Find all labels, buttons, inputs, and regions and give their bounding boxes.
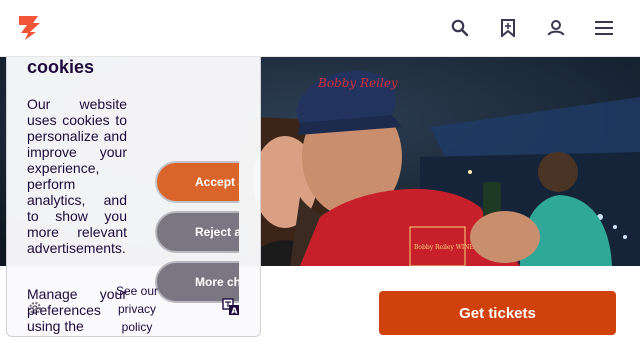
site-header xyxy=(0,0,640,57)
accept-all-button[interactable]: Accept a xyxy=(155,161,239,203)
privacy-policy-link[interactable]: See our privacy policy xyxy=(113,282,161,336)
cookie-consent-panel: cookies Our website uses cookies to pers… xyxy=(6,57,261,337)
accept-all-button-wrap: Accept a xyxy=(155,161,239,203)
cookie-title: cookies xyxy=(27,57,95,77)
search-icon[interactable] xyxy=(447,15,473,41)
svg-text:A: A xyxy=(231,307,238,316)
translate-icon[interactable]: A xyxy=(222,298,240,316)
get-tickets-button[interactable]: Get tickets xyxy=(379,291,616,335)
more-choices-button-wrap: More choi xyxy=(155,261,239,303)
cookie-description: Our website uses cookies to personalize … xyxy=(27,96,127,256)
reject-all-button[interactable]: Reject a xyxy=(155,211,239,253)
gear-icon[interactable] xyxy=(27,300,43,316)
user-icon[interactable] xyxy=(543,15,569,41)
menu-icon[interactable] xyxy=(591,15,617,41)
reject-all-button-wrap: Reject a xyxy=(155,211,239,253)
bookmark-icon[interactable] xyxy=(495,15,521,41)
cap-logo-text: Bobby Reiley xyxy=(317,76,398,90)
eventbrite-logo-icon[interactable] xyxy=(16,14,42,42)
more-choices-button[interactable]: More choi xyxy=(155,261,239,303)
